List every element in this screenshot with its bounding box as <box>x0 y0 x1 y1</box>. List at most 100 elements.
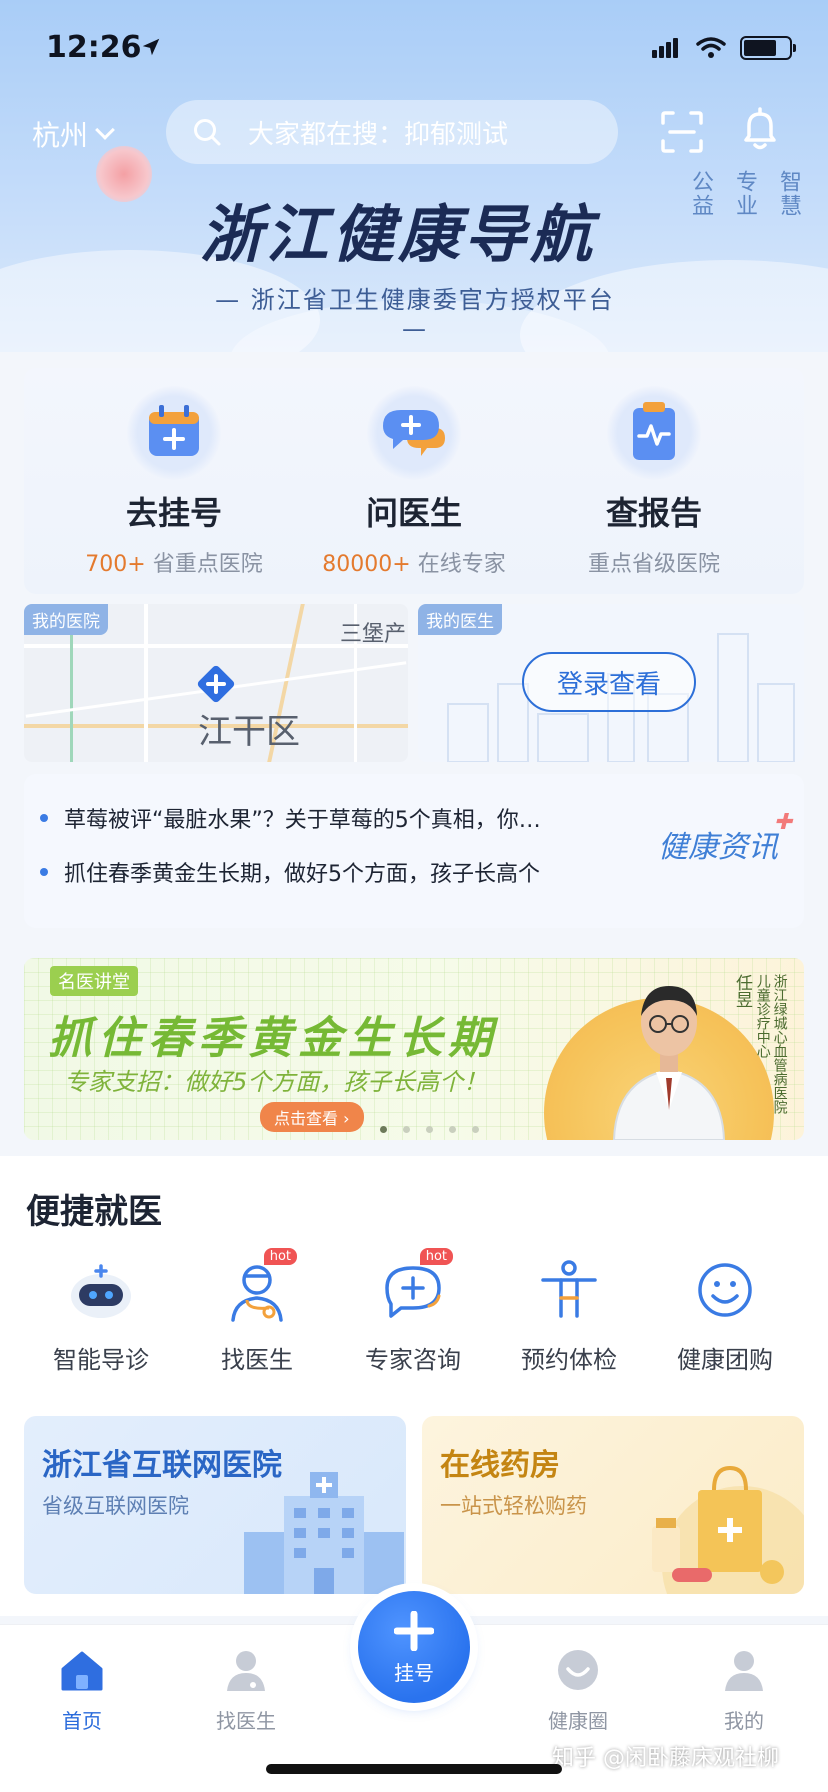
quick-services-card: 去挂号 700+ 省重点医院 问医生 80000+ 在线专家 查报告 重点省级医… <box>24 368 804 594</box>
carousel-dot[interactable] <box>402 1126 410 1133</box>
battery-icon <box>740 36 796 60</box>
pharmacy-bag-icon <box>652 1465 804 1594</box>
conv-item-label: 健康团购 <box>677 1346 773 1374</box>
login-button[interactable]: 登录查看 <box>522 652 696 712</box>
slogan-word: 智慧 <box>776 170 801 218</box>
status-time: 12:26 <box>46 30 142 65</box>
search-bar[interactable]: 大家都在搜：抑郁测试 <box>166 100 618 164</box>
location-arrow-icon <box>142 38 160 56</box>
service-title: 去挂号 <box>125 494 222 532</box>
online-pharmacy-card[interactable]: 在线药房 一站式轻松购药 <box>422 1416 804 1594</box>
tab-label: 健康圈 <box>548 1709 608 1733</box>
promo-subtitle: 省级互联网医院 <box>42 1494 189 1518</box>
promo-subtitle: 一站式轻松购药 <box>440 1494 587 1518</box>
doctor-hospital: 浙江绿城心血管病医院 儿童诊疗中心 <box>754 974 788 1114</box>
circle-smile-icon <box>558 1650 598 1690</box>
home-indicator[interactable] <box>266 1764 562 1774</box>
service-ask-doctor[interactable]: 问医生 80000+ 在线专家 <box>294 386 534 578</box>
city-selector[interactable]: 杭州 <box>32 114 115 154</box>
map-place-label: 三堡产 <box>340 622 407 647</box>
conv-item-label: 智能导诊 <box>53 1346 149 1374</box>
tab-label: 我的 <box>724 1709 764 1733</box>
my-hospital-card[interactable]: 我的医院 三堡产 江干区 <box>24 604 408 762</box>
section-title: 便捷就医 <box>26 1192 162 1232</box>
my-doctor-tag: 我的医生 <box>418 604 502 635</box>
plus-icon <box>394 1611 434 1651</box>
banner-tagline: 专家支招：做好5个方面，孩子长高个！ <box>64 1068 488 1096</box>
hospital-building-icon <box>244 1472 404 1594</box>
service-number: 700+ <box>85 552 146 577</box>
health-news-card: 草莓被评“最脏水果”？关于草莓的5个真相，你… 抓住春季黄金生长期，做好5个方面… <box>24 774 804 928</box>
news-logo-text: 健康资讯 <box>658 830 778 865</box>
bullet-icon <box>40 814 48 822</box>
convenient-section: 便捷就医 智能导诊 hot 找医生 hot 专家咨询 预约体检 健康团购 浙江省… <box>0 1156 828 1616</box>
banner-badge: 名医讲堂 <box>50 966 138 996</box>
tab-find-doctor[interactable]: 找医生 <box>186 1647 306 1734</box>
tab-label: 首页 <box>62 1709 102 1733</box>
news-item[interactable]: 草莓被评“最脏水果”？关于草莓的5个真相，你… <box>40 802 600 834</box>
my-doctor-card: 我的医生 登录查看 <box>418 604 804 762</box>
service-register[interactable]: 去挂号 700+ 省重点医院 <box>54 386 294 578</box>
doctor-name: 任昱 <box>732 974 752 1008</box>
service-number: 80000+ <box>322 552 411 577</box>
robot-icon <box>67 1256 135 1324</box>
service-subtitle: 80000+ 在线专家 <box>294 546 534 578</box>
carousel-dot[interactable] <box>471 1126 479 1133</box>
carousel-dot[interactable] <box>448 1126 456 1133</box>
news-item[interactable]: 抓住春季黄金生长期，做好5个方面，孩子长高个 <box>40 856 600 888</box>
service-subtitle: 重点省级医院 <box>534 546 774 578</box>
internet-hospital-card[interactable]: 浙江省互联网医院 省级互联网医院 <box>24 1416 406 1594</box>
carousel-indicator <box>24 1118 804 1137</box>
hot-badge: hot <box>263 1248 297 1265</box>
service-check-report[interactable]: 查报告 重点省级医院 <box>534 386 774 578</box>
my-hospital-tag: 我的医院 <box>24 604 108 635</box>
service-subtitle: 700+ 省重点医院 <box>54 546 294 578</box>
calendar-plus-icon <box>127 386 221 480</box>
user-icon <box>725 1651 763 1691</box>
doctor-portrait-icon <box>612 986 726 1140</box>
news-headline: 草莓被评“最脏水果”？关于草莓的5个真相，你… <box>64 808 541 833</box>
wifi-icon <box>696 37 726 58</box>
tab-label: 挂号 <box>394 1661 434 1685</box>
status-bar: 12:26 <box>0 28 828 72</box>
cellular-signal-icon <box>652 38 680 58</box>
home-icon <box>61 1651 103 1691</box>
tab-register[interactable]: 挂号 <box>358 1591 470 1703</box>
carousel-dot[interactable] <box>379 1126 387 1133</box>
brand-title: 浙江健康导航 <box>200 198 597 271</box>
chat-plus-icon <box>367 386 461 480</box>
tab-home[interactable]: 首页 <box>22 1647 142 1734</box>
conv-item-smart-guide[interactable]: 智能导诊 <box>26 1256 176 1375</box>
conv-item-expert-consult[interactable]: hot 专家咨询 <box>338 1248 488 1375</box>
doctor-icon: hot <box>223 1248 297 1324</box>
hospital-pin-icon <box>197 665 235 703</box>
health-news-logo[interactable]: 健康资讯 ✚ <box>658 810 792 866</box>
carousel-dot[interactable] <box>425 1126 433 1133</box>
promo-banner[interactable]: 名医讲堂 抓住春季黄金生长期 专家支招：做好5个方面，孩子长高个！ 点击查看 ›… <box>24 958 804 1140</box>
slogan-word: 专业 <box>732 170 757 218</box>
service-desc: 重点省级医院 <box>587 552 720 577</box>
service-title: 问医生 <box>365 494 462 532</box>
service-title: 查报告 <box>605 494 702 532</box>
conv-item-checkup[interactable]: 预约体检 <box>494 1256 644 1375</box>
chat-plus-icon: hot <box>379 1248 453 1324</box>
map-district-label: 江干区 <box>198 712 300 752</box>
doctor-icon <box>227 1651 265 1691</box>
report-clipboard-icon <box>607 386 701 480</box>
banner-headline: 抓住春季黄金生长期 <box>48 1013 498 1064</box>
conv-item-group-buy[interactable]: 健康团购 <box>650 1256 800 1375</box>
bullet-icon <box>40 868 48 876</box>
conv-item-find-doctor[interactable]: hot 找医生 <box>182 1248 332 1375</box>
bell-icon[interactable] <box>738 106 782 152</box>
promo-title: 在线药房 <box>440 1448 560 1483</box>
hot-badge: hot <box>419 1248 453 1265</box>
news-headline: 抓住春季黄金生长期，做好5个方面，孩子长高个 <box>64 862 540 887</box>
watermark-text: 知乎 @闲卧藤床观社柳 <box>552 1746 779 1771</box>
tab-mine[interactable]: 我的 <box>684 1647 804 1734</box>
scan-icon[interactable] <box>660 110 704 154</box>
conv-item-label: 专家咨询 <box>365 1346 461 1374</box>
tab-health-circle[interactable]: 健康圈 <box>518 1647 638 1734</box>
service-desc: 省重点医院 <box>152 552 263 577</box>
brand-subtitle: — 浙江省卫生健康委官方授权平台 — <box>215 286 615 343</box>
conv-item-label: 预约体检 <box>521 1346 617 1374</box>
